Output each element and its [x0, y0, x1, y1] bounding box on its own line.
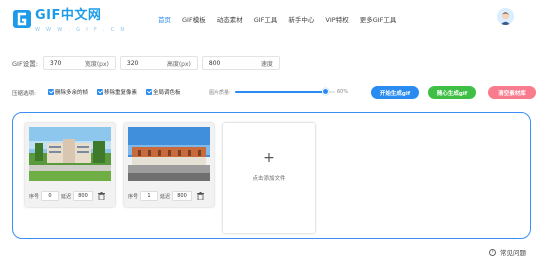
- avatar[interactable]: [497, 8, 514, 25]
- delay-label: 延迟: [160, 193, 171, 200]
- quality-slider-handle[interactable]: [321, 88, 329, 95]
- delay-label: 延迟: [61, 193, 72, 200]
- compression-options: 压缩选项: 删除多余的帧 移除重复像素 全局调色板 图片质量: 60% 开始生成…: [12, 86, 542, 100]
- checkbox-checked-icon: [97, 89, 103, 95]
- checkbox-remove-frames-label: 删除多余的帧: [55, 90, 89, 96]
- width-unit: 宽度(px): [84, 60, 109, 68]
- delay-input[interactable]: 800: [73, 191, 94, 201]
- user-avatar-icon: [497, 8, 514, 25]
- quality-slider[interactable]: [235, 88, 335, 95]
- compression-label: 压缩选项:: [12, 91, 36, 97]
- width-value: 370: [49, 59, 62, 67]
- frame-thumbnail: [128, 127, 210, 181]
- plus-icon: +: [263, 150, 275, 166]
- faq-link[interactable]: ? 常见问题: [489, 247, 526, 257]
- frame-thumbnail: [29, 127, 111, 181]
- faq-label: 常见问题: [500, 249, 526, 257]
- speed-value: 800: [208, 59, 221, 67]
- checkbox-global-palette-label: 全局调色板: [153, 90, 181, 96]
- clear-assets-button[interactable]: 清空素材库: [488, 86, 536, 99]
- height-field[interactable]: 320 高度(px): [119, 56, 198, 70]
- brand-name: GIF中文网: [35, 8, 102, 23]
- quality-value: 60%: [337, 89, 349, 95]
- trash-icon[interactable]: [197, 192, 205, 200]
- checkbox-remove-duplicate-pixels-label: 移除重复像素: [104, 90, 138, 96]
- sequence-label: 序号: [29, 193, 40, 200]
- add-file-label: 点击添加文件: [252, 176, 286, 182]
- frame-card[interactable]: 序号 0 延迟 800: [25, 123, 115, 207]
- sequence-label: 序号: [128, 193, 139, 200]
- start-gif-button[interactable]: 开始生成gif: [371, 86, 419, 99]
- nav-animated-assets[interactable]: 动态素材: [217, 14, 243, 24]
- nav-more-gif-tools[interactable]: 更多GIF工具: [360, 14, 397, 24]
- frame-controls: 序号 1 延迟 800: [128, 191, 212, 201]
- speed-unit: 速度: [260, 60, 273, 68]
- speed-field[interactable]: 800 速度: [201, 56, 280, 70]
- gif-settings-label: GIF设置:: [12, 60, 38, 68]
- nav-gif-templates[interactable]: GIF模板: [182, 14, 206, 24]
- delay-input[interactable]: 800: [172, 191, 193, 201]
- checkbox-checked-icon: [146, 89, 152, 95]
- nav-vip[interactable]: VIP特权: [325, 14, 348, 24]
- checkbox-global-palette[interactable]: 全局调色板: [146, 88, 181, 96]
- main-nav: 首页 GIF模板 动态素材 GIF工具 新手中心 VIP特权 更多GIF工具: [158, 14, 407, 24]
- checkbox-checked-icon: [48, 89, 54, 95]
- trash-icon[interactable]: [98, 192, 106, 200]
- quality-slider-fill: [235, 91, 325, 93]
- add-file-button[interactable]: + 点击添加文件: [223, 123, 315, 233]
- nav-beginner-center[interactable]: 新手中心: [288, 14, 314, 24]
- nav-gif-tools[interactable]: GIF工具: [254, 14, 278, 24]
- frame-card[interactable]: 序号 1 延迟 800: [124, 123, 214, 207]
- logo-mark-icon: [13, 10, 31, 28]
- brand-url: W W W . G I F . C N: [35, 27, 127, 33]
- checkbox-remove-duplicate-pixels[interactable]: 移除重复像素: [97, 88, 137, 96]
- nav-home[interactable]: 首页: [158, 14, 171, 24]
- frame-controls: 序号 0 延迟 800: [29, 191, 113, 201]
- height-unit: 高度(px): [166, 60, 191, 68]
- generate-gif-button[interactable]: 随心生成gif: [428, 86, 476, 99]
- height-value: 320: [126, 59, 139, 67]
- sequence-input[interactable]: 0: [41, 191, 60, 201]
- question-icon: ?: [489, 248, 496, 256]
- logo[interactable]: GIF中文网 W W W . G I F . C N: [12, 9, 126, 37]
- quality-label: 图片质量:: [209, 90, 231, 96]
- upload-area[interactable]: 序号 0 延迟 800 序号 1 延迟 800 + 点击添加文件: [12, 112, 531, 239]
- width-field[interactable]: 370 宽度(px): [42, 56, 116, 70]
- sequence-input[interactable]: 1: [140, 191, 159, 201]
- checkbox-remove-frames[interactable]: 删除多余的帧: [48, 88, 88, 96]
- header: GIF中文网 W W W . G I F . C N 首页 GIF模板 动态素材…: [0, 0, 554, 40]
- gif-settings: GIF设置: 370 宽度(px) 320 高度(px) 800 速度: [12, 56, 284, 70]
